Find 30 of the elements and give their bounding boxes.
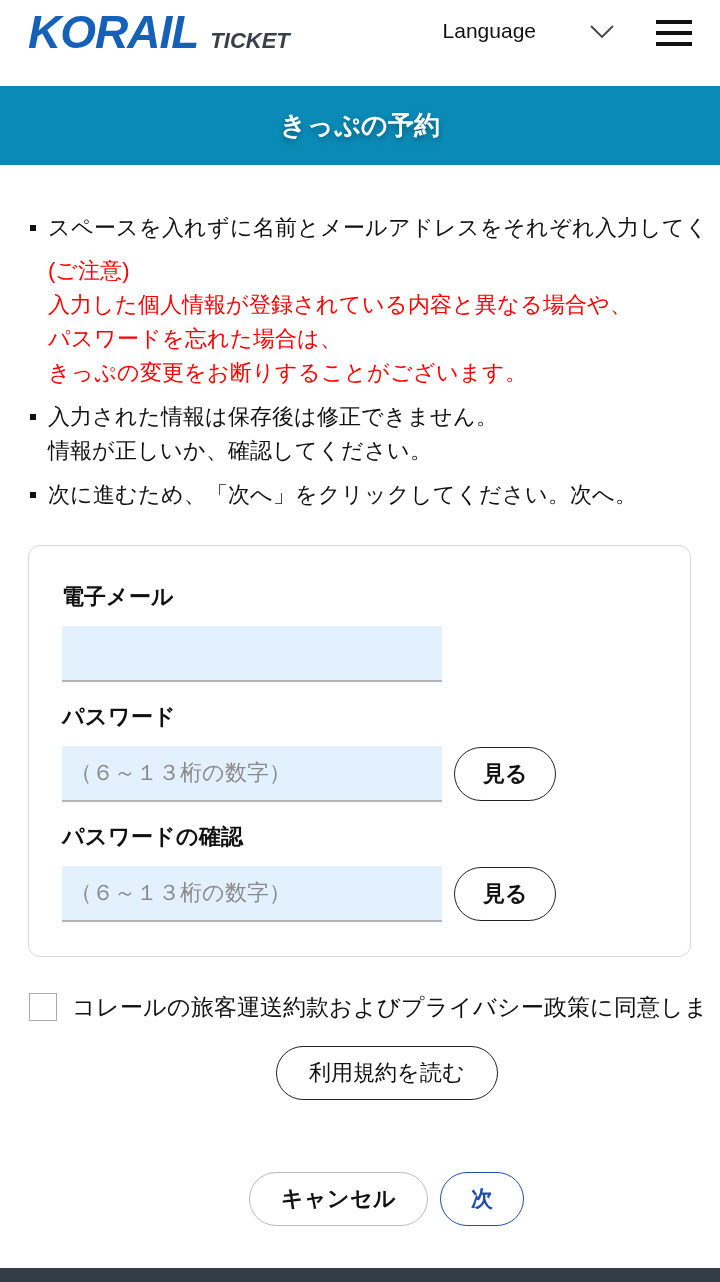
warning-text: 入力した個人情報が登録されている内容と異なる場合や、 bbox=[48, 291, 632, 319]
input-field[interactable]: （６～１３桁の数字） bbox=[62, 866, 442, 922]
logo-wordmark[interactable]: KORAIL bbox=[28, 7, 199, 57]
field-label: パスワードの確認 bbox=[62, 823, 243, 851]
input-field[interactable] bbox=[62, 626, 442, 682]
notice-text: 次に進むため、「次へ」をクリックしてください。次へ。 bbox=[48, 481, 637, 509]
page-title: きっぷの予約 bbox=[280, 109, 440, 142]
field-label: 電子メール bbox=[62, 583, 174, 611]
warning-text: きっぷの変更をお断りすることがございます。 bbox=[48, 359, 527, 387]
notice-text: 入力された情報は保存後は修正できません。 bbox=[48, 403, 498, 431]
show-button[interactable]: 見る bbox=[454, 867, 556, 921]
agreement-label: コレールの旅客運送約款およびプライバシー政策に同意しま bbox=[72, 993, 708, 1022]
bullet-icon bbox=[30, 492, 36, 498]
terms-button[interactable]: 利用規約を読む bbox=[275, 1046, 498, 1100]
show-button[interactable]: 見る bbox=[454, 747, 556, 801]
logo-subtitle: TICKET bbox=[210, 28, 290, 54]
bullet-icon bbox=[30, 225, 36, 231]
chevron-down-icon bbox=[590, 24, 614, 38]
notice-text: 情報が正しいか、確認してください。 bbox=[48, 437, 432, 465]
cancel-button[interactable]: キャンセル bbox=[249, 1172, 428, 1226]
notice-text: スペースを入れずに名前とメールアドレスをそれぞれ入力してく bbox=[48, 214, 708, 242]
next-button[interactable]: 次 bbox=[440, 1172, 524, 1226]
language-dropdown[interactable]: Language bbox=[442, 19, 614, 43]
checkbox[interactable] bbox=[29, 993, 57, 1021]
bullet-icon bbox=[30, 414, 36, 420]
menu-icon[interactable] bbox=[656, 20, 692, 46]
warning-text: パスワードを忘れた場合は、 bbox=[48, 325, 342, 353]
warning-title: (ご注意) bbox=[48, 257, 130, 285]
field-label: パスワード bbox=[62, 703, 176, 731]
input-field[interactable]: （６～１３桁の数字） bbox=[62, 746, 442, 802]
